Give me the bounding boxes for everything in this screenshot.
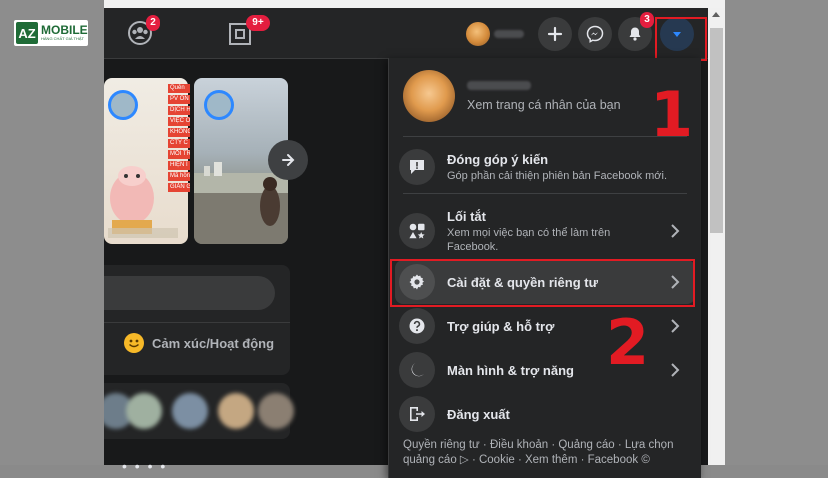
create-button[interactable]	[538, 17, 572, 51]
stories-next-button[interactable]	[268, 140, 308, 180]
logo-text: MOBILE	[41, 23, 88, 37]
composer-divider	[104, 322, 290, 323]
profile-name-blurred	[494, 30, 524, 38]
menu-item-help-support[interactable]: Trợ giúp & hỗ trợ	[395, 304, 695, 348]
composer-input[interactable]	[104, 276, 275, 310]
feedback-subtitle: Góp phần cải thiện phiên bản Facebook mớ…	[447, 169, 668, 182]
story-overlay-line: GIẢN G	[168, 183, 190, 192]
view-profile-label: Xem trang cá nhân của bạn	[467, 97, 621, 112]
menu-divider	[403, 193, 687, 194]
story-text-overlay: Quên PV ON DỊCH HỖ VIỆC ON KHÔNG C CTY C…	[168, 84, 190, 192]
outer-background-right	[725, 0, 828, 465]
feeling-activity-button[interactable]: Cảm xúc/Hoạt động	[124, 333, 274, 353]
rooms-row	[104, 383, 294, 439]
plus-icon	[547, 26, 563, 42]
room-avatar[interactable]	[126, 393, 162, 429]
scroll-up-arrow-icon[interactable]	[712, 12, 720, 17]
chevron-right-icon	[671, 224, 680, 238]
watermark-logo: AZ MOBILE HÀNG CHẤT GIÁ THẬT	[14, 20, 88, 46]
feedback-icon	[399, 149, 435, 185]
menu-divider	[403, 136, 687, 137]
footer-links-line1[interactable]: Quyền riêng tư · Điều khoản · Quảng cáo …	[403, 438, 693, 453]
notifications-badge: 3	[640, 12, 654, 28]
browser-scrollbar[interactable]	[708, 8, 725, 465]
story-overlay-line: PV ON	[168, 95, 190, 104]
gaming-badge: 9+	[246, 15, 270, 31]
groups-badge: 2	[146, 15, 160, 31]
story-overlay-line: HIỆN I	[168, 161, 190, 170]
chevron-right-icon	[671, 319, 680, 333]
help-support-title: Trợ giúp & hỗ trợ	[447, 318, 555, 334]
logout-icon	[399, 396, 435, 432]
logo-tagline: HÀNG CHẤT GIÁ THẬT	[41, 36, 84, 41]
messenger-button[interactable]	[578, 17, 612, 51]
post-composer: Cảm xúc/Hoạt động	[104, 265, 290, 375]
room-avatar[interactable]	[258, 393, 294, 429]
menu-item-logout[interactable]: Đăng xuất	[395, 392, 695, 436]
step-number-1: 1	[650, 78, 694, 151]
menu-profile-name-blurred	[467, 80, 531, 90]
browser-top-strip	[104, 0, 725, 8]
smile-icon	[124, 333, 144, 353]
scrollbar-thumb[interactable]	[710, 28, 723, 233]
shortcuts-subtitle-line2: Facebook.	[447, 240, 499, 253]
room-avatar[interactable]	[218, 393, 254, 429]
messenger-icon	[586, 25, 604, 43]
story-overlay-line: Mã hồng	[168, 172, 190, 181]
story-overlay-line: DỊCH HỖ	[168, 106, 190, 115]
highlight-account-menu	[655, 17, 707, 61]
more-dots-icon: • • • •	[122, 458, 168, 474]
room-avatar[interactable]	[172, 393, 208, 429]
display-accessibility-title: Màn hình & trợ năng	[447, 362, 574, 378]
menu-profile-avatar	[403, 70, 455, 122]
help-icon	[399, 308, 435, 344]
chevron-right-icon	[671, 363, 680, 377]
shortcuts-icon	[399, 213, 435, 249]
logout-title: Đăng xuất	[447, 406, 510, 422]
bell-icon	[629, 27, 641, 41]
story-overlay-line: Quên	[168, 84, 190, 93]
profile-avatar	[466, 22, 490, 46]
story-overlay-line: VIỆC ON	[168, 117, 190, 126]
story-overlay-line: MỖI TRU	[168, 150, 190, 159]
highlight-settings-privacy	[390, 259, 695, 307]
logo-mark: AZ	[16, 22, 38, 44]
story-overlay-line: CTY C	[168, 139, 190, 148]
shortcuts-subtitle-line1: Xem mọi việc bạn có thể làm trên	[447, 226, 611, 239]
moon-icon	[399, 352, 435, 388]
step-number-2: 2	[606, 306, 650, 379]
menu-footer: Quyền riêng tư · Điều khoản · Quảng cáo …	[403, 438, 693, 468]
feeling-activity-label: Cảm xúc/Hoạt động	[152, 335, 275, 351]
arrow-right-icon	[282, 154, 295, 166]
outer-background-left	[0, 0, 104, 465]
facebook-top-bar: 2 9+ 3	[104, 8, 708, 59]
feedback-title: Đóng góp ý kiến	[447, 151, 549, 167]
shortcuts-title: Lối tắt	[447, 208, 486, 224]
story-overlay-line: KHÔNG C	[168, 128, 190, 137]
menu-item-shortcuts[interactable]: Lối tắt Xem mọi việc bạn có thể làm trên…	[395, 200, 695, 262]
profile-chip[interactable]	[466, 20, 530, 48]
menu-item-display-accessibility[interactable]: Màn hình & trợ năng	[395, 348, 695, 392]
footer-links-line2[interactable]: quảng cáo ▷ · Cookie · Xem thêm · Facebo…	[403, 453, 693, 468]
